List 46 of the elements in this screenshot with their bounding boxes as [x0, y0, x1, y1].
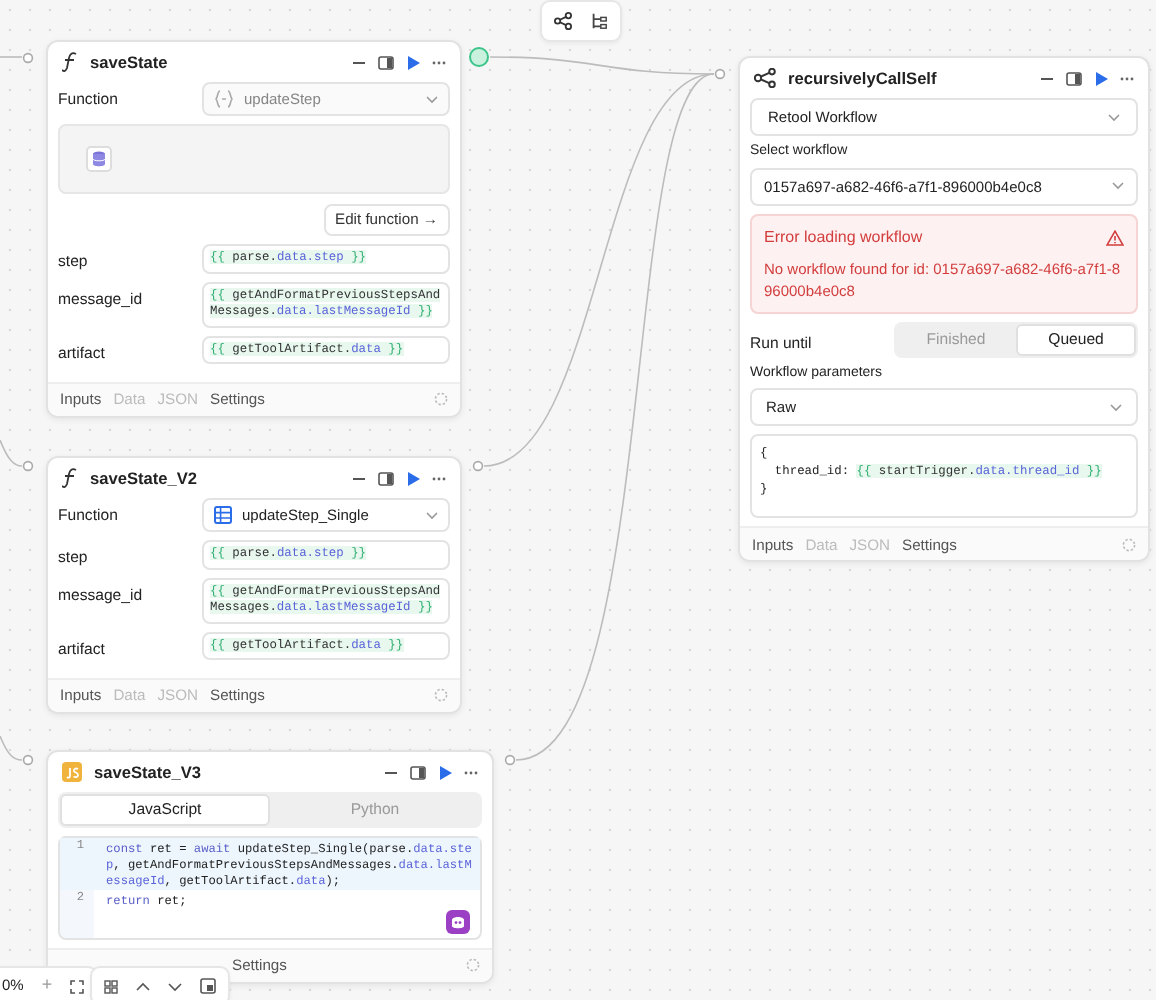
grid-icon[interactable] — [104, 979, 118, 993]
warning-icon — [1106, 230, 1124, 246]
database-icon — [86, 146, 112, 173]
loading-icon — [434, 688, 448, 703]
javascript-icon — [62, 762, 82, 782]
more-icon[interactable] — [464, 769, 478, 775]
node-title: saveState_V2 — [90, 465, 198, 491]
more-icon[interactable] — [432, 475, 446, 481]
chevron-down-icon — [1110, 403, 1122, 412]
fit-view-icon[interactable] — [70, 979, 85, 993]
input-port[interactable] — [22, 51, 34, 63]
panel-icon[interactable] — [1066, 71, 1082, 85]
error-title: Error loading workflow — [764, 226, 923, 250]
chevron-up-icon[interactable] — [136, 981, 150, 991]
panel-icon[interactable] — [410, 765, 426, 779]
assistant-icon[interactable] — [446, 909, 470, 934]
share-icon[interactable] — [554, 12, 572, 30]
chevron-down-icon — [1108, 113, 1120, 122]
loading-icon — [466, 958, 480, 973]
chevron-down-icon[interactable] — [168, 981, 182, 991]
panel-icon[interactable] — [378, 471, 394, 485]
chevron-down-icon — [1112, 182, 1124, 191]
function-icon — [62, 52, 78, 72]
node-title: saveState_V3 — [94, 759, 202, 785]
play-icon[interactable] — [406, 471, 420, 485]
panel-icon[interactable] — [378, 55, 394, 69]
chevron-down-icon — [426, 95, 438, 104]
braces-icon — [214, 90, 234, 109]
more-icon[interactable] — [432, 59, 446, 65]
play-icon[interactable] — [438, 765, 452, 779]
loading-icon — [1122, 537, 1136, 552]
play-icon[interactable] — [406, 55, 420, 69]
table-icon — [214, 506, 232, 525]
function-icon — [62, 468, 78, 488]
node-title: recursivelyCallSelf — [788, 65, 937, 91]
loading-icon — [434, 392, 448, 407]
chevron-down-icon — [426, 511, 438, 520]
input-port[interactable] — [714, 68, 726, 80]
more-icon[interactable] — [1120, 75, 1134, 81]
node-title: saveState — [90, 49, 168, 75]
share-icon — [754, 68, 776, 88]
play-icon[interactable] — [1094, 71, 1108, 85]
hierarchy-icon[interactable] — [590, 12, 608, 30]
minimap-icon[interactable] — [200, 978, 216, 994]
input-port[interactable] — [22, 460, 34, 472]
input-port[interactable] — [22, 754, 34, 766]
